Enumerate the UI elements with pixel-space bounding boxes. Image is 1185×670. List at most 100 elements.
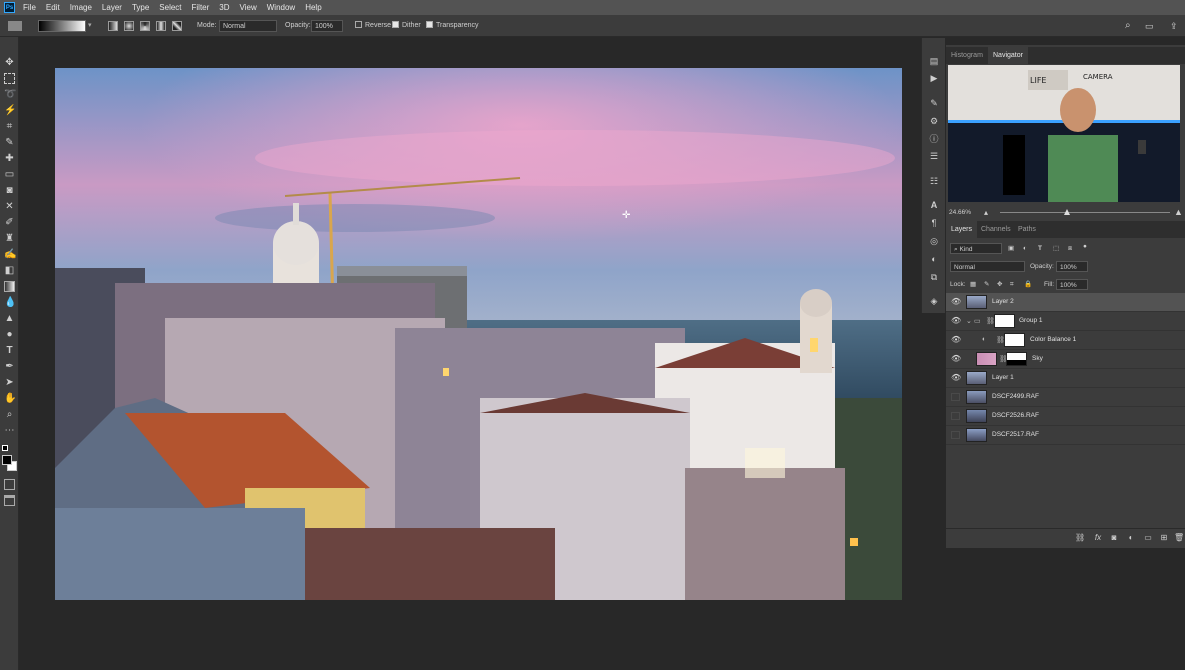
layer-row-layer-1[interactable]: 👁 Layer 1 bbox=[946, 369, 1185, 388]
gradient-tool-icon[interactable] bbox=[4, 281, 15, 292]
patch-tool-icon[interactable]: ◙ bbox=[4, 185, 15, 196]
workspace-icon[interactable]: ▭ bbox=[1145, 20, 1154, 32]
default-colors-icon[interactable] bbox=[2, 445, 8, 451]
character-icon[interactable]: A bbox=[929, 200, 939, 210]
visibility-eye-icon[interactable]: 👁 bbox=[951, 298, 961, 306]
menu-select[interactable]: Select bbox=[159, 3, 181, 12]
visibility-eye-icon[interactable]: 👁 bbox=[951, 317, 961, 325]
content-aware-move-icon[interactable]: ✕ bbox=[4, 201, 15, 212]
layer-row-layer-2[interactable]: 👁 Layer 2 bbox=[946, 293, 1185, 312]
visibility-eye-icon[interactable]: 👁 bbox=[951, 374, 961, 382]
properties-icon[interactable]: ☷ bbox=[929, 176, 939, 186]
gradient-tool-preset-icon[interactable] bbox=[8, 21, 22, 31]
zoom-in-icon[interactable]: ▲ bbox=[1174, 207, 1183, 218]
angle-gradient-icon[interactable] bbox=[140, 21, 150, 31]
photoshop-logo-icon[interactable]: Ps bbox=[4, 2, 15, 13]
zoom-slider-track[interactable] bbox=[1000, 212, 1170, 213]
sharpen-tool-icon[interactable]: ▲ bbox=[4, 313, 15, 324]
lock-position-icon[interactable]: ✥ bbox=[997, 279, 1002, 290]
eyedropper-icon[interactable]: ✎ bbox=[4, 137, 15, 148]
search-icon[interactable]: ⌕ bbox=[1125, 20, 1131, 32]
brush-settings-icon[interactable]: ✎ bbox=[929, 98, 939, 108]
3d-cube-icon[interactable]: ◈ bbox=[929, 296, 939, 306]
eraser-icon[interactable]: ◧ bbox=[4, 265, 15, 276]
menu-3d[interactable]: 3D bbox=[219, 3, 229, 12]
lasso-tool-icon[interactable]: ➰ bbox=[4, 89, 16, 100]
tab-navigator[interactable]: Navigator bbox=[988, 47, 1028, 64]
mode-select[interactable]: Normal bbox=[219, 20, 277, 32]
new-layer-icon[interactable]: ⊞ bbox=[1159, 533, 1169, 543]
menu-layer[interactable]: Layer bbox=[102, 3, 122, 12]
layer-row-group-1[interactable]: 👁 ⌄ ▭ ⛓ Group 1 bbox=[946, 312, 1185, 331]
layer-row-dscf2517[interactable]: DSCF2517.RAF bbox=[946, 426, 1185, 445]
layer-style-fx-icon[interactable]: fx bbox=[1093, 533, 1103, 543]
diamond-gradient-icon[interactable] bbox=[172, 21, 182, 31]
foreground-color-swatch[interactable] bbox=[2, 455, 12, 465]
new-adjustment-layer-icon[interactable]: ◐ bbox=[1126, 533, 1136, 543]
actions-play-icon[interactable]: ▶ bbox=[929, 73, 939, 83]
ruler-icon[interactable]: ▭ bbox=[4, 169, 15, 180]
group-expand-chevron-icon[interactable]: ⌄ bbox=[966, 317, 972, 325]
path-selection-icon[interactable]: ➤ bbox=[4, 377, 15, 388]
reflected-gradient-icon[interactable] bbox=[156, 21, 166, 31]
menu-help[interactable]: Help bbox=[305, 3, 321, 12]
visibility-eye-icon[interactable]: 👁 bbox=[951, 336, 961, 344]
glyphs-icon[interactable]: ◎ bbox=[929, 236, 939, 246]
filter-type-icon[interactable]: T bbox=[1038, 243, 1042, 254]
share-icon[interactable]: ⇪ bbox=[1170, 20, 1178, 32]
styles-icon[interactable]: ◐ bbox=[929, 254, 939, 264]
marquee-tool-icon[interactable] bbox=[4, 73, 15, 84]
layer-row-sky[interactable]: 👁 ⛓ Sky bbox=[946, 350, 1185, 369]
menu-edit[interactable]: Edit bbox=[46, 3, 60, 12]
transparency-checkbox-box[interactable] bbox=[426, 21, 433, 28]
magic-wand-icon[interactable]: ⚡ bbox=[4, 105, 16, 116]
filter-toggle-icon[interactable]: ● bbox=[1083, 241, 1087, 252]
layer-row-dscf2499[interactable]: DSCF2499.RAF bbox=[946, 388, 1185, 407]
radial-gradient-icon[interactable] bbox=[124, 21, 134, 31]
lock-transparent-icon[interactable]: ▦ bbox=[970, 279, 976, 290]
chevron-down-icon[interactable]: ▾ bbox=[88, 20, 94, 32]
zoom-tool-icon[interactable]: ⌕ bbox=[4, 409, 15, 420]
menu-view[interactable]: View bbox=[240, 3, 257, 12]
tab-histogram[interactable]: Histogram bbox=[946, 47, 988, 64]
lock-artboard-icon[interactable]: ⌗ bbox=[1010, 279, 1014, 290]
visibility-toggle-off[interactable] bbox=[951, 412, 960, 420]
add-mask-icon[interactable]: ◙ bbox=[1109, 533, 1119, 543]
tab-paths[interactable]: Paths bbox=[1013, 221, 1041, 238]
adjustment-mask-thumbnail[interactable] bbox=[1004, 333, 1025, 347]
channels-mixer-icon[interactable]: ⧉ bbox=[929, 272, 939, 282]
lock-image-icon[interactable]: ✎ bbox=[984, 279, 989, 290]
group-mask-thumbnail[interactable] bbox=[994, 314, 1015, 328]
menu-type[interactable]: Type bbox=[132, 3, 149, 12]
transparency-checkbox[interactable]: Transparency bbox=[426, 20, 479, 32]
zoom-out-icon[interactable]: ▴ bbox=[984, 207, 988, 218]
opacity-field[interactable]: 100% bbox=[311, 20, 343, 32]
type-tool-icon[interactable]: T bbox=[4, 345, 15, 356]
tab-channels[interactable]: Channels bbox=[976, 221, 1016, 238]
gradient-picker[interactable] bbox=[38, 20, 86, 32]
menu-file[interactable]: File bbox=[23, 3, 36, 12]
new-group-icon[interactable]: ▭ bbox=[1143, 533, 1153, 543]
lock-all-icon[interactable]: 🔒 bbox=[1024, 279, 1032, 290]
layer-filter-kind[interactable]: ⌕ Kind bbox=[950, 243, 1002, 254]
menu-image[interactable]: Image bbox=[70, 3, 92, 12]
filter-shape-icon[interactable]: ⬚ bbox=[1053, 243, 1059, 254]
visibility-toggle-off[interactable] bbox=[951, 393, 960, 401]
layer-row-dscf2526[interactable]: DSCF2526.RAF bbox=[946, 407, 1185, 426]
document-canvas[interactable]: ✛ bbox=[55, 68, 902, 600]
dither-checkbox[interactable]: Dither bbox=[392, 20, 421, 32]
layer-mask-thumbnail[interactable] bbox=[1006, 352, 1027, 366]
fill-field[interactable]: 100% bbox=[1056, 279, 1088, 290]
pen-tool-icon[interactable]: ✒ bbox=[4, 361, 15, 372]
visibility-eye-icon[interactable]: 👁 bbox=[951, 355, 961, 363]
linear-gradient-icon[interactable] bbox=[108, 21, 118, 31]
navigator-thumbnail[interactable]: LIFE CAMERA bbox=[948, 65, 1180, 202]
navigator-zoom-value[interactable]: 24.66% bbox=[949, 207, 971, 218]
layer-opacity-field[interactable]: 100% bbox=[1056, 261, 1088, 272]
blur-tool-icon[interactable]: 💧 bbox=[4, 297, 16, 308]
history-icon[interactable]: ▤ bbox=[929, 56, 939, 66]
info-icon[interactable]: ⓘ bbox=[929, 134, 939, 144]
menu-filter[interactable]: Filter bbox=[192, 3, 210, 12]
dodge-tool-icon[interactable]: ● bbox=[4, 329, 15, 340]
layer-row-color-balance-1[interactable]: 👁 ◐ ⛓ Color Balance 1 bbox=[946, 331, 1185, 350]
